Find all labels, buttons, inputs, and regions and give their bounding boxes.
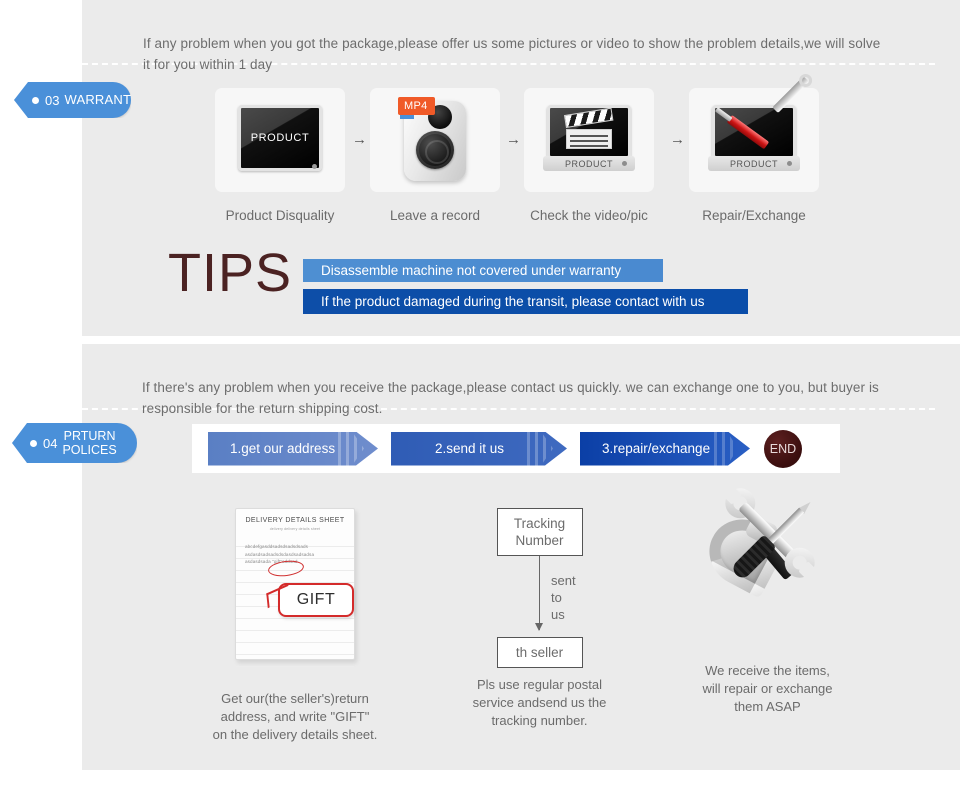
column-caption: We receive the items, will repair or exc… xyxy=(702,663,833,714)
screwdriver-wrench-icon xyxy=(726,76,810,153)
tip-line: Disassemble machine not covered under wa… xyxy=(303,259,663,282)
large-lens-icon xyxy=(416,131,454,169)
section-tag-warranty[interactable]: 03 WARRANTY xyxy=(14,82,131,118)
column-caption: Pls use regular postal service andsend u… xyxy=(472,677,607,728)
flow-arrow-icon: → xyxy=(506,131,521,148)
step-icon-card: MP4 xyxy=(370,88,500,192)
power-led-icon xyxy=(312,164,317,169)
mp4-badge: MP4 xyxy=(398,97,435,119)
step-icon-card: PRODUCT xyxy=(689,76,819,192)
step-caption: Check the video/pic xyxy=(530,208,648,223)
bullet-dot-icon xyxy=(32,96,39,104)
monitor-screen-label: PRODUCT xyxy=(250,132,310,144)
monitor-product-icon: PRODUCT xyxy=(234,105,326,175)
power-led-icon xyxy=(787,161,792,166)
seller-box: th seller xyxy=(496,637,583,668)
monitor-base-label: PRODUCT xyxy=(565,158,613,169)
sheet-title: DELIVERY DETAILS SHEET xyxy=(245,517,345,524)
warranty-step: PRODUCT Repair/Exchange xyxy=(689,76,819,223)
arrow-label: sent to us xyxy=(551,573,576,622)
clapperboard-icon xyxy=(563,107,614,149)
step-icon-card: PRODUCT xyxy=(215,88,345,192)
section-label: PRTURN POLICES xyxy=(62,429,117,457)
tracking-number-flow-icon: Tracking Number sent to us th seller xyxy=(452,508,627,668)
delivery-details-sheet-icon: DELIVERY DETAILS SHEET delivery delivery… xyxy=(235,508,355,667)
return-flow-step[interactable]: 3.repair/exchange xyxy=(580,431,750,466)
return-column: DELIVERY DETAILS SHEET delivery delivery… xyxy=(195,508,395,744)
return-step-label: 2.send it us xyxy=(435,441,505,456)
return-flow-step[interactable]: 1.get our address xyxy=(208,431,378,466)
bullet-dot-icon xyxy=(30,439,37,447)
end-badge: END xyxy=(764,429,802,468)
step-caption: Product Disquality xyxy=(225,208,335,223)
step-icon-card: PRODUCT xyxy=(524,88,654,192)
warranty-intro-text: If any problem when you got the package,… xyxy=(143,35,881,72)
warranty-step: PRODUCT Product Disquality xyxy=(215,88,345,223)
return-step-flow: 1.get our address 2.send it us 3.repair/… xyxy=(192,424,840,473)
warranty-step: MP4 Leave a record xyxy=(370,88,500,223)
flow-arrow-icon: → xyxy=(352,131,367,148)
monitor-base-label: PRODUCT xyxy=(730,158,778,169)
flow-arrow-icon: → xyxy=(670,131,685,148)
return-column: Tracking Number sent to us th seller Pls… xyxy=(452,508,627,730)
tip-line: If the product damaged during the transi… xyxy=(303,289,748,314)
page-root: If any problem when you got the package,… xyxy=(0,0,960,786)
column-caption: Get our(the seller's)return address, and… xyxy=(212,691,378,742)
warranty-step: PRODUCT Check the video/pic xyxy=(524,88,654,223)
return-step-label: 1.get our address xyxy=(230,441,336,456)
tracking-number-box: Tracking Number xyxy=(496,508,583,556)
return-column: We receive the items, will repair or exc… xyxy=(660,482,875,716)
power-led-icon xyxy=(622,161,627,166)
section-label: WARRANTY xyxy=(64,92,140,107)
section-tag-return[interactable]: 04 PRTURN POLICES xyxy=(12,423,137,463)
tips-block: TIPS Disassemble machine not covered und… xyxy=(168,243,768,318)
tips-heading: TIPS xyxy=(168,243,293,303)
return-step-label: 3.repair/exchange xyxy=(602,441,711,456)
monitor-clapperboard-icon: PRODUCT xyxy=(543,105,635,175)
camera-recorder-icon: MP4 xyxy=(398,97,472,183)
step-caption: Repair/Exchange xyxy=(702,208,806,223)
warranty-step-flow: PRODUCT Product Disquality → MP4 Leave a… xyxy=(215,76,835,223)
section-number: 03 xyxy=(45,92,60,108)
down-arrow-icon: sent to us xyxy=(535,556,576,631)
return-intro-text: If there's any problem when you receive … xyxy=(142,379,879,416)
return-flow-step[interactable]: 2.send it us xyxy=(391,431,567,466)
step-caption: Leave a record xyxy=(389,208,481,223)
gift-callout-bubble: GIFT xyxy=(278,583,354,617)
monitor-tools-icon: PRODUCT xyxy=(708,76,810,175)
section-number: 04 xyxy=(43,435,58,451)
hammer-wrench-screwdriver-icon xyxy=(697,482,833,634)
sheet-subtitle: delivery delivery details sheet xyxy=(269,527,321,531)
